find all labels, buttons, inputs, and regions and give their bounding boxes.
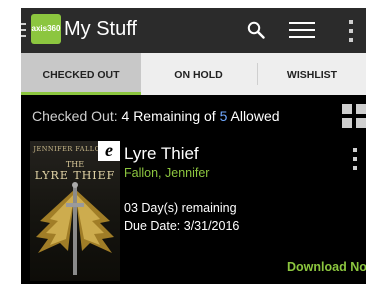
screen: axis360 My Stuff CHECKED OUT ON HOLD WIS…: [21, 8, 366, 284]
app-logo: axis360: [31, 14, 61, 44]
book-author[interactable]: Fallon, Jennifer: [124, 166, 209, 181]
tab-checked-out[interactable]: CHECKED OUT: [21, 53, 141, 95]
book-title[interactable]: Lyre Thief: [124, 144, 199, 164]
tab-bar: CHECKED OUT ON HOLD WISHLIST: [21, 53, 366, 95]
menu-icon[interactable]: [21, 23, 26, 37]
cover-the: THE: [65, 160, 85, 169]
summary-label: Checked Out:: [32, 108, 118, 124]
tab-wishlist[interactable]: WISHLIST: [258, 53, 366, 95]
overflow-menu-icon[interactable]: [348, 20, 354, 42]
remaining-count: 4: [121, 108, 130, 124]
summary-middle: Remaining of: [133, 108, 216, 124]
allowed-count: 5: [219, 108, 228, 124]
app-bar: axis360 My Stuff: [21, 8, 366, 53]
list-view-icon[interactable]: [289, 21, 315, 39]
book-cover[interactable]: JENNIFER FALLON THE LYRE THIEF e: [30, 141, 120, 281]
sword-wings-illustration: [36, 182, 114, 275]
ebook-format-badge: e: [98, 141, 120, 161]
due-date: Due Date: 3/31/2016: [124, 219, 240, 233]
grid-view-icon[interactable]: [342, 104, 366, 128]
search-icon[interactable]: [247, 21, 265, 39]
item-overflow-menu-icon[interactable]: [352, 148, 358, 170]
page-title: My Stuff: [64, 18, 137, 40]
download-now-button[interactable]: Download Now: [287, 260, 366, 275]
days-remaining: 03 Day(s) remaining: [124, 201, 237, 215]
cover-author: JENNIFER FALLON: [33, 145, 107, 153]
checkout-summary: Checked Out: 4 Remaining of 5 Allowed: [32, 107, 280, 125]
summary-tail: Allowed: [230, 108, 280, 124]
tab-on-hold[interactable]: ON HOLD: [141, 53, 256, 95]
